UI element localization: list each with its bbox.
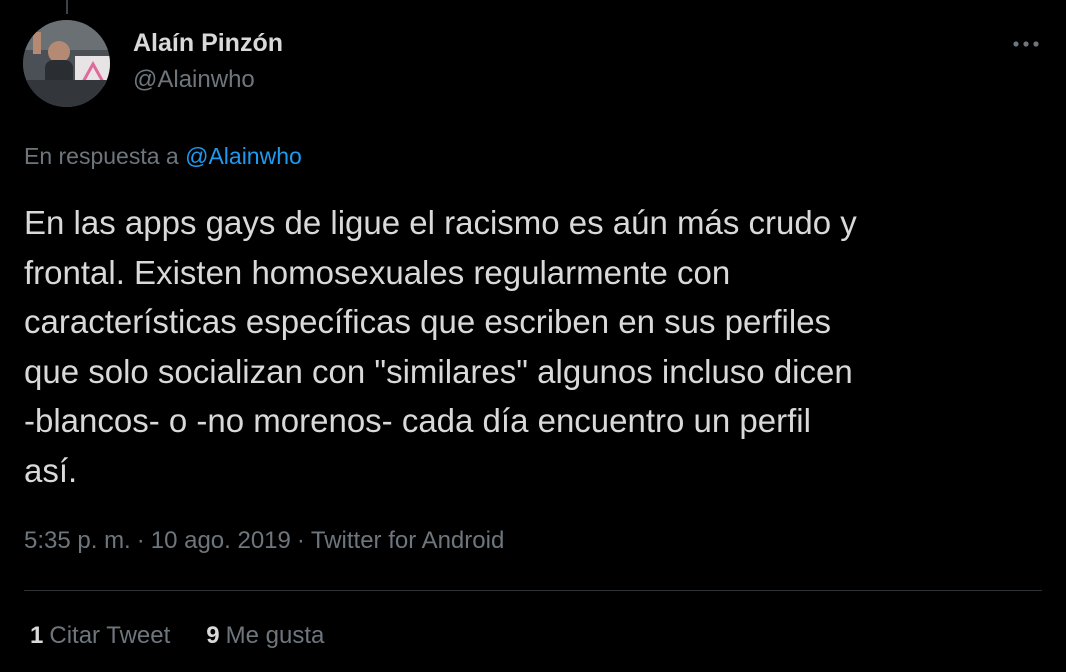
quote-tweets-count: 1 bbox=[30, 622, 44, 649]
reply-mention-link[interactable]: @Alainwho bbox=[185, 143, 302, 169]
likes-label: Me gusta bbox=[225, 622, 325, 649]
reply-context: En respuesta a @Alainwho bbox=[24, 140, 302, 172]
quote-tweets-label: Citar Tweet bbox=[49, 622, 171, 649]
quote-tweets-stat[interactable]: 1 Citar Tweet bbox=[30, 620, 170, 652]
meta-separator: · bbox=[136, 527, 145, 554]
divider bbox=[24, 590, 1042, 591]
likes-count: 9 bbox=[206, 622, 220, 649]
reply-prefix: En respuesta a bbox=[24, 143, 179, 169]
author-block: Alaín Pinzón @Alainwho bbox=[133, 26, 283, 96]
thread-connector-line bbox=[66, 0, 68, 14]
likes-stat[interactable]: 9 Me gusta bbox=[206, 620, 324, 652]
tweet-time[interactable]: 5:35 p. m. bbox=[24, 527, 131, 554]
avatar[interactable] bbox=[23, 20, 110, 107]
tweet-source[interactable]: Twitter for Android bbox=[311, 527, 504, 554]
tweet-stats: 1 Citar Tweet 9 Me gusta bbox=[30, 620, 324, 652]
author-display-name[interactable]: Alaín Pinzón bbox=[133, 26, 283, 60]
tweet-metadata: 5:35 p. m. · 10 ago. 2019 · Twitter for Andr… bbox=[24, 525, 504, 557]
tweet-text: En las apps gays de ligue el racismo es … bbox=[24, 204, 857, 489]
tweet-date[interactable]: 10 ago. 2019 bbox=[151, 527, 291, 554]
more-options-button[interactable] bbox=[1008, 32, 1044, 56]
profile-photo-icon bbox=[23, 20, 110, 107]
more-horizontal-icon bbox=[1013, 41, 1039, 47]
meta-separator: · bbox=[296, 527, 305, 554]
author-handle[interactable]: @Alainwho bbox=[133, 64, 283, 96]
